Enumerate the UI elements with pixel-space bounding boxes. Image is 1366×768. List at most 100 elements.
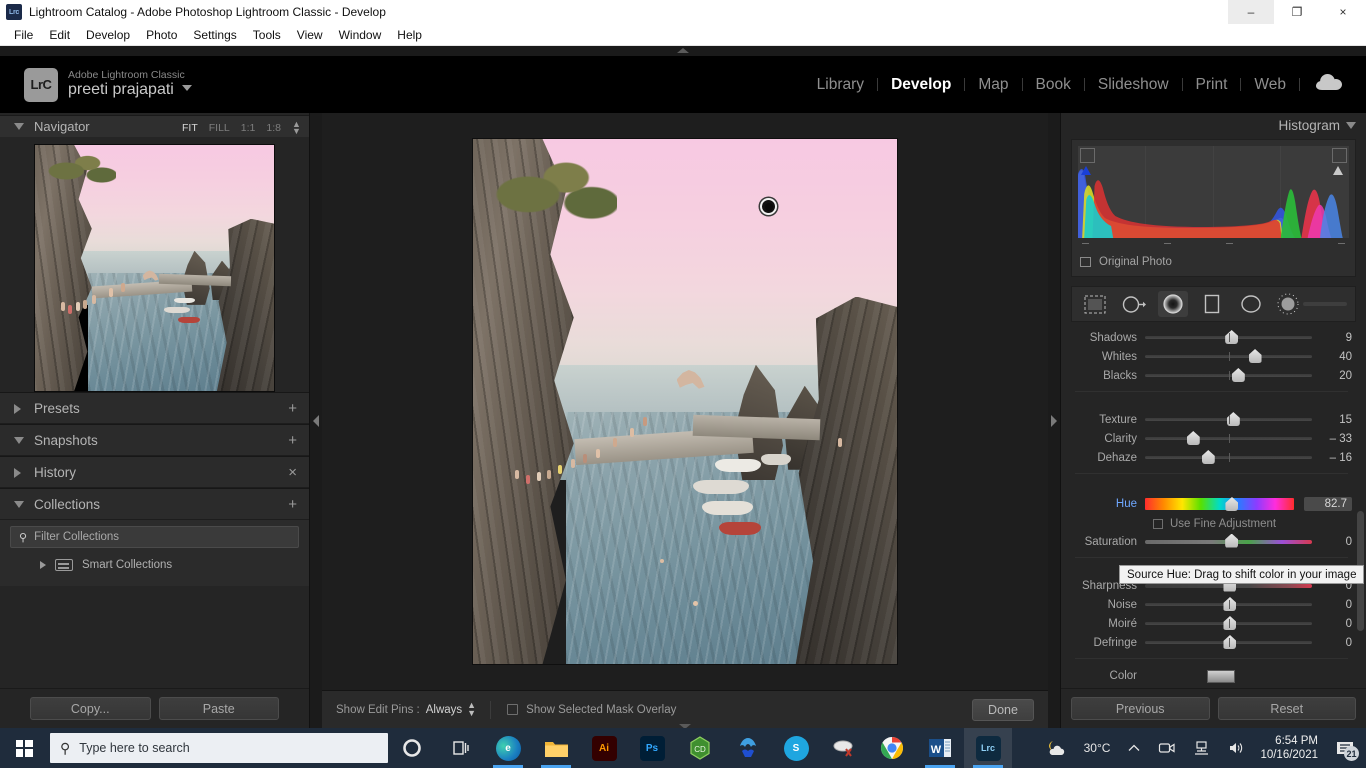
add-snapshot-icon[interactable]: + [288, 433, 297, 448]
menu-item-view[interactable]: View [289, 26, 331, 44]
menu-item-settings[interactable]: Settings [185, 26, 244, 44]
clock[interactable]: 6:54 PM 10/16/2021 [1254, 734, 1328, 763]
slider-whites[interactable]: Whites 40 [1071, 347, 1352, 366]
right-panel-collapse-handle[interactable] [1048, 113, 1060, 728]
menu-item-tools[interactable]: Tools [245, 26, 289, 44]
up-down-stepper-icon[interactable]: ▲▼ [467, 702, 474, 716]
slider-value[interactable]: 40 [1312, 351, 1352, 363]
taskbar-app-skype[interactable]: S [772, 728, 820, 768]
chevron-down-icon[interactable] [182, 85, 192, 91]
slider-knob[interactable] [1227, 412, 1240, 426]
histogram-plot[interactable] [1078, 146, 1349, 238]
slider-value[interactable]: 9 [1312, 332, 1352, 344]
slider-saturation[interactable]: Saturation 0 [1071, 532, 1352, 551]
paste-button[interactable]: Paste [159, 697, 280, 720]
module-develop[interactable]: Develop [878, 76, 964, 94]
slider-value[interactable]: 0 [1312, 599, 1352, 611]
slider-moire[interactable]: Moiré 0 [1071, 614, 1352, 633]
brush-icon[interactable] [1158, 291, 1188, 317]
taskbar-app-file-explorer[interactable] [532, 728, 580, 768]
add-collection-icon[interactable]: + [288, 497, 297, 512]
moon-cloud-icon[interactable] [1035, 739, 1075, 757]
slider-value[interactable]: – 16 [1312, 452, 1352, 464]
list-item[interactable]: Smart Collections [10, 554, 299, 576]
screen-record-icon[interactable] [1149, 741, 1184, 755]
slider-knob[interactable] [1225, 534, 1238, 548]
slider-track[interactable] [1145, 456, 1312, 459]
filter-collections-input[interactable]: ⚲ Filter Collections [10, 526, 299, 548]
slider-knob[interactable] [1187, 431, 1200, 445]
slider-value[interactable]: 0 [1312, 618, 1352, 630]
close-button[interactable]: × [1320, 0, 1366, 24]
slider-value[interactable]: 0 [1312, 637, 1352, 649]
slider-hue[interactable]: Hue 82.7 [1071, 492, 1352, 516]
menu-item-help[interactable]: Help [389, 26, 430, 44]
slider-value[interactable]: 15 [1312, 414, 1352, 426]
taskbar-app-creative-cloud[interactable] [724, 728, 772, 768]
module-map[interactable]: Map [965, 76, 1021, 94]
photo-canvas[interactable] [322, 113, 1048, 690]
zoom-fill[interactable]: FILL [209, 122, 230, 134]
slider-knob[interactable] [1223, 635, 1236, 649]
slider-knob[interactable] [1225, 497, 1238, 511]
module-book[interactable]: Book [1023, 76, 1084, 94]
slider-knob[interactable] [1249, 349, 1262, 363]
slider-track[interactable] [1145, 540, 1312, 544]
slider-track[interactable] [1145, 418, 1312, 421]
slider-knob[interactable] [1223, 597, 1236, 611]
section-history[interactable]: History × [0, 456, 309, 488]
edit-pin-marker[interactable] [760, 198, 777, 215]
slider-clarity[interactable]: Clarity – 33 [1071, 429, 1352, 448]
taskbar-app-microsoft-edge[interactable]: e [484, 728, 532, 768]
slider-track[interactable] [1145, 336, 1312, 339]
taskbar-app-adobe-illustrator[interactable]: Ai [580, 728, 628, 768]
taskbar-app-snipping-tool[interactable] [820, 728, 868, 768]
section-collections[interactable]: Collections + [0, 488, 309, 520]
slider-track[interactable] [1145, 641, 1312, 644]
copy-button[interactable]: Copy... [30, 697, 151, 720]
slider-shadows[interactable]: Shadows 9 [1071, 328, 1352, 347]
main-photo[interactable] [473, 139, 897, 664]
module-library[interactable]: Library [804, 76, 877, 94]
slider-knob[interactable] [1232, 368, 1245, 382]
clear-history-icon[interactable]: × [288, 465, 297, 480]
navigator-preview[interactable] [34, 144, 275, 392]
triangle-down-icon[interactable] [14, 437, 24, 444]
hue-slider-track[interactable] [1145, 498, 1294, 510]
show-edit-pins-dropdown[interactable]: Always [426, 704, 462, 716]
color-swatch-row[interactable]: Color [1071, 665, 1352, 687]
section-snapshots[interactable]: Snapshots + [0, 424, 309, 456]
cloud-icon[interactable] [1300, 74, 1352, 96]
linear-gradient-icon[interactable] [1197, 291, 1227, 317]
menu-item-develop[interactable]: Develop [78, 26, 138, 44]
slider-track[interactable] [1145, 437, 1312, 440]
up-down-stepper-icon[interactable]: ▲▼ [292, 121, 299, 135]
slider-dehaze[interactable]: Dehaze – 16 [1071, 448, 1352, 467]
windows-start-icon[interactable] [0, 728, 48, 768]
brush-size-slider-icon[interactable] [1275, 291, 1347, 317]
left-panel-collapse-handle[interactable] [310, 113, 322, 728]
chevron-up-icon[interactable] [1119, 744, 1149, 752]
taskbar-app-microsoft-word[interactable]: W [916, 728, 964, 768]
navigator-header[interactable]: Navigator FIT FILL 1:1 1:8 ▲▼ [0, 115, 309, 137]
slider-blacks[interactable]: Blacks 20 [1071, 366, 1352, 385]
slider-noise[interactable]: Noise 0 [1071, 595, 1352, 614]
taskbar-app-lightroom-classic[interactable]: Lrc [964, 728, 1012, 768]
maximize-button[interactable]: ❐ [1274, 0, 1320, 24]
top-panel-collapse-strip[interactable] [0, 46, 1366, 56]
slider-track[interactable] [1145, 622, 1312, 625]
add-preset-icon[interactable]: + [288, 401, 297, 416]
hue-value[interactable]: 82.7 [1304, 497, 1352, 511]
triangle-right-icon[interactable] [14, 468, 21, 478]
taskbar-app-google-chrome[interactable] [868, 728, 916, 768]
taskbar-app-adobe-photoshop[interactable]: Ps [628, 728, 676, 768]
zoom-1-1[interactable]: 1:1 [241, 122, 256, 134]
ellipse-icon[interactable] [1236, 291, 1266, 317]
task-view-icon[interactable] [436, 728, 484, 768]
reset-button[interactable]: Reset [1218, 697, 1357, 720]
slider-value[interactable]: 0 [1312, 536, 1352, 548]
triangle-right-icon[interactable] [14, 404, 21, 414]
slider-knob[interactable] [1202, 450, 1215, 464]
mask-overlay-checkbox[interactable] [507, 704, 518, 715]
slider-value[interactable]: – 33 [1312, 433, 1352, 445]
